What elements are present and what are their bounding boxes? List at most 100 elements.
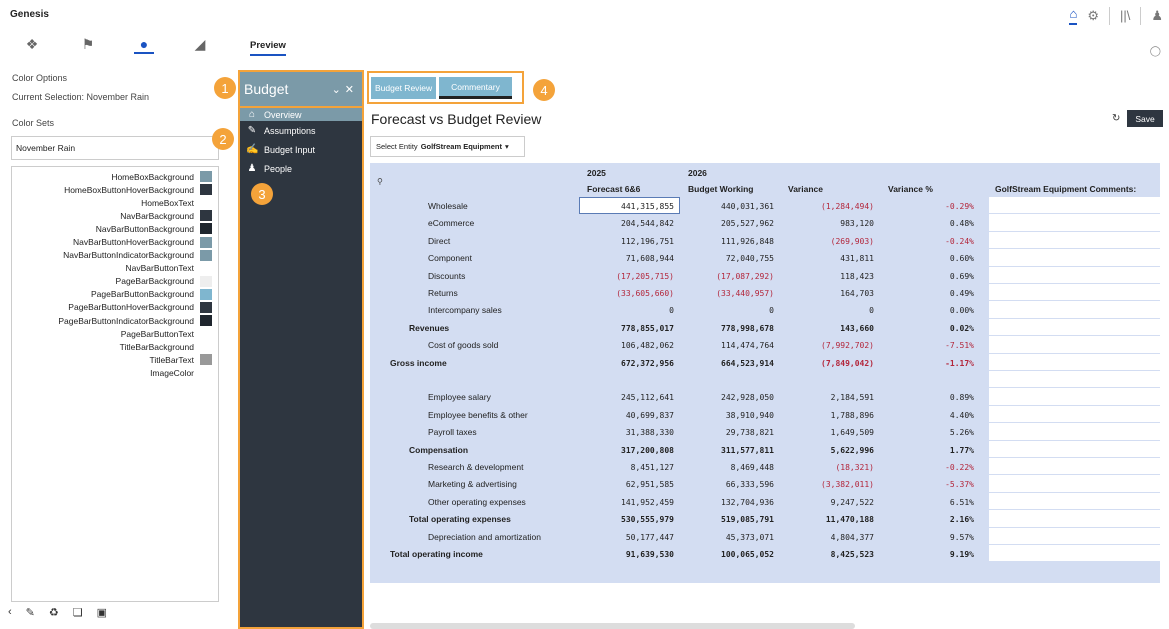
cell-value[interactable]: 440,031,361 (684, 202, 774, 211)
cell-value[interactable]: (33,440,957) (684, 289, 774, 298)
cell-value[interactable]: 0.48% (884, 219, 974, 228)
cell-value[interactable]: 8,425,523 (784, 550, 874, 559)
comment-cell[interactable] (989, 231, 1160, 250)
comment-cell[interactable] (989, 423, 1160, 441)
color-swatch[interactable] (200, 184, 212, 196)
color-row[interactable]: TitleBarText (12, 353, 218, 366)
cell-value[interactable]: 5,622,996 (784, 446, 874, 455)
color-swatch[interactable] (200, 223, 212, 235)
color-row[interactable]: HomeBoxBackground (12, 170, 218, 183)
cell-value[interactable]: 91,639,530 (584, 550, 674, 559)
nav-item-overview[interactable]: ⌂ Overview (240, 108, 362, 121)
cell-value[interactable]: 8,469,448 (684, 463, 774, 472)
user-icon[interactable]: ♟ (1151, 8, 1163, 24)
comment-cell[interactable] (989, 458, 1160, 476)
cell-value[interactable]: (17,087,292) (684, 272, 774, 281)
cell-value[interactable]: 0.60% (884, 254, 974, 263)
tab-preview[interactable]: Preview (250, 40, 286, 56)
comment-cell[interactable] (989, 214, 1160, 232)
color-swatch[interactable] (200, 354, 212, 366)
color-row[interactable]: HomeBoxButtonHoverBackground (12, 183, 218, 196)
cell-value[interactable]: -7.51% (884, 341, 974, 350)
comment-cell[interactable] (989, 249, 1160, 267)
color-row[interactable]: PageBarButtonIndicatorBackground (12, 314, 218, 327)
search-icon[interactable]: ⚲ (377, 177, 383, 186)
chevron-down-icon[interactable]: ⌄ (332, 84, 345, 96)
comment-cell[interactable] (989, 371, 1160, 389)
cell-value[interactable]: 164,703 (784, 289, 874, 298)
map-icon[interactable]: ⚑ (78, 36, 98, 54)
color-swatch[interactable] (200, 328, 212, 340)
cell-value[interactable]: 11,470,188 (784, 515, 874, 524)
color-row[interactable]: NavBarButtonHoverBackground (12, 235, 218, 248)
color-swatch[interactable] (200, 262, 212, 274)
cell-value[interactable]: 29,738,821 (684, 428, 774, 437)
color-row[interactable]: PageBarButtonBackground (12, 288, 218, 301)
cell-value[interactable]: (7,992,702) (784, 341, 874, 350)
trash-icon[interactable]: ♻ (49, 606, 59, 619)
color-swatch[interactable] (200, 249, 212, 261)
cell-value[interactable]: 0.89% (884, 393, 974, 402)
entity-selector[interactable]: Select Entity GolfStream Equipment ▾ (370, 136, 525, 157)
cell-value[interactable]: (7,849,042) (784, 359, 874, 368)
cell-value[interactable]: 1,788,896 (784, 411, 874, 420)
home-icon[interactable]: ⌂ (1069, 6, 1078, 25)
comment-cell[interactable] (989, 440, 1160, 458)
cell-value[interactable]: 66,333,596 (684, 480, 774, 489)
pencil-icon[interactable]: ✎ (26, 606, 35, 619)
color-swatch[interactable] (200, 367, 212, 379)
cell-value[interactable]: 111,926,848 (684, 237, 774, 246)
cell-value[interactable]: 50,177,447 (584, 533, 674, 542)
layers-icon[interactable]: ◢ (190, 36, 210, 54)
cell-value[interactable]: 100,065,052 (684, 550, 774, 559)
comment-cell[interactable] (989, 284, 1160, 302)
color-swatch[interactable] (200, 288, 212, 300)
cell-value[interactable]: 143,660 (784, 324, 874, 333)
color-row[interactable]: PageBarBackground (12, 275, 218, 288)
cell-value[interactable]: 431,811 (784, 254, 874, 263)
gear-icon[interactable]: ⚙ (1087, 8, 1099, 24)
comment-cell[interactable] (989, 336, 1160, 354)
cell-value[interactable]: 4,804,377 (784, 533, 874, 542)
color-swatch[interactable] (200, 341, 212, 353)
cell-value[interactable]: 0 (784, 306, 874, 315)
copy-icon[interactable]: ❏ (73, 606, 83, 619)
cell-value[interactable]: 106,482,062 (584, 341, 674, 350)
cell-value[interactable]: 1.77% (884, 446, 974, 455)
cell-value[interactable]: 0 (684, 306, 774, 315)
cell-value[interactable]: 141,952,459 (584, 498, 674, 507)
color-swatch[interactable] (200, 210, 212, 222)
cell-value[interactable]: 441,315,855 (584, 202, 674, 211)
color-swatch[interactable] (200, 301, 212, 313)
palette-icon[interactable]: ● (134, 36, 154, 54)
cell-value[interactable]: 245,112,641 (584, 393, 674, 402)
tab-commentary[interactable]: Commentary (439, 77, 512, 99)
cell-value[interactable]: -0.29% (884, 202, 974, 211)
color-row[interactable]: TitleBarBackground (12, 340, 218, 353)
tab-budget-review[interactable]: Budget Review (371, 77, 437, 99)
cell-value[interactable]: (269,903) (784, 237, 874, 246)
cell-value[interactable]: 778,998,678 (684, 324, 774, 333)
cell-value[interactable]: (33,605,660) (584, 289, 674, 298)
cell-value[interactable]: 983,120 (784, 219, 874, 228)
cell-value[interactable]: 71,608,944 (584, 254, 674, 263)
cell-value[interactable]: (18,321) (784, 463, 874, 472)
horizontal-scrollbar[interactable] (370, 623, 855, 629)
color-row[interactable]: NavBarButtonBackground (12, 222, 218, 235)
cell-value[interactable]: 9,247,522 (784, 498, 874, 507)
cell-value[interactable]: (17,205,715) (584, 272, 674, 281)
comment-cell[interactable] (989, 545, 1160, 563)
save-button[interactable]: Save (1127, 110, 1163, 127)
cell-value[interactable]: 317,200,808 (584, 446, 674, 455)
color-swatch[interactable] (200, 236, 212, 248)
comment-cell[interactable] (989, 197, 1160, 215)
cell-value[interactable]: 2.16% (884, 515, 974, 524)
cell-value[interactable]: 242,928,050 (684, 393, 774, 402)
color-row[interactable]: NavBarButtonText (12, 262, 218, 275)
color-swatch[interactable] (200, 275, 212, 287)
cell-value[interactable]: 0.69% (884, 272, 974, 281)
cell-value[interactable]: 9.57% (884, 533, 974, 542)
comment-cell[interactable] (989, 318, 1160, 337)
color-row[interactable]: HomeBoxText (12, 196, 218, 209)
cell-value[interactable]: 132,704,936 (684, 498, 774, 507)
